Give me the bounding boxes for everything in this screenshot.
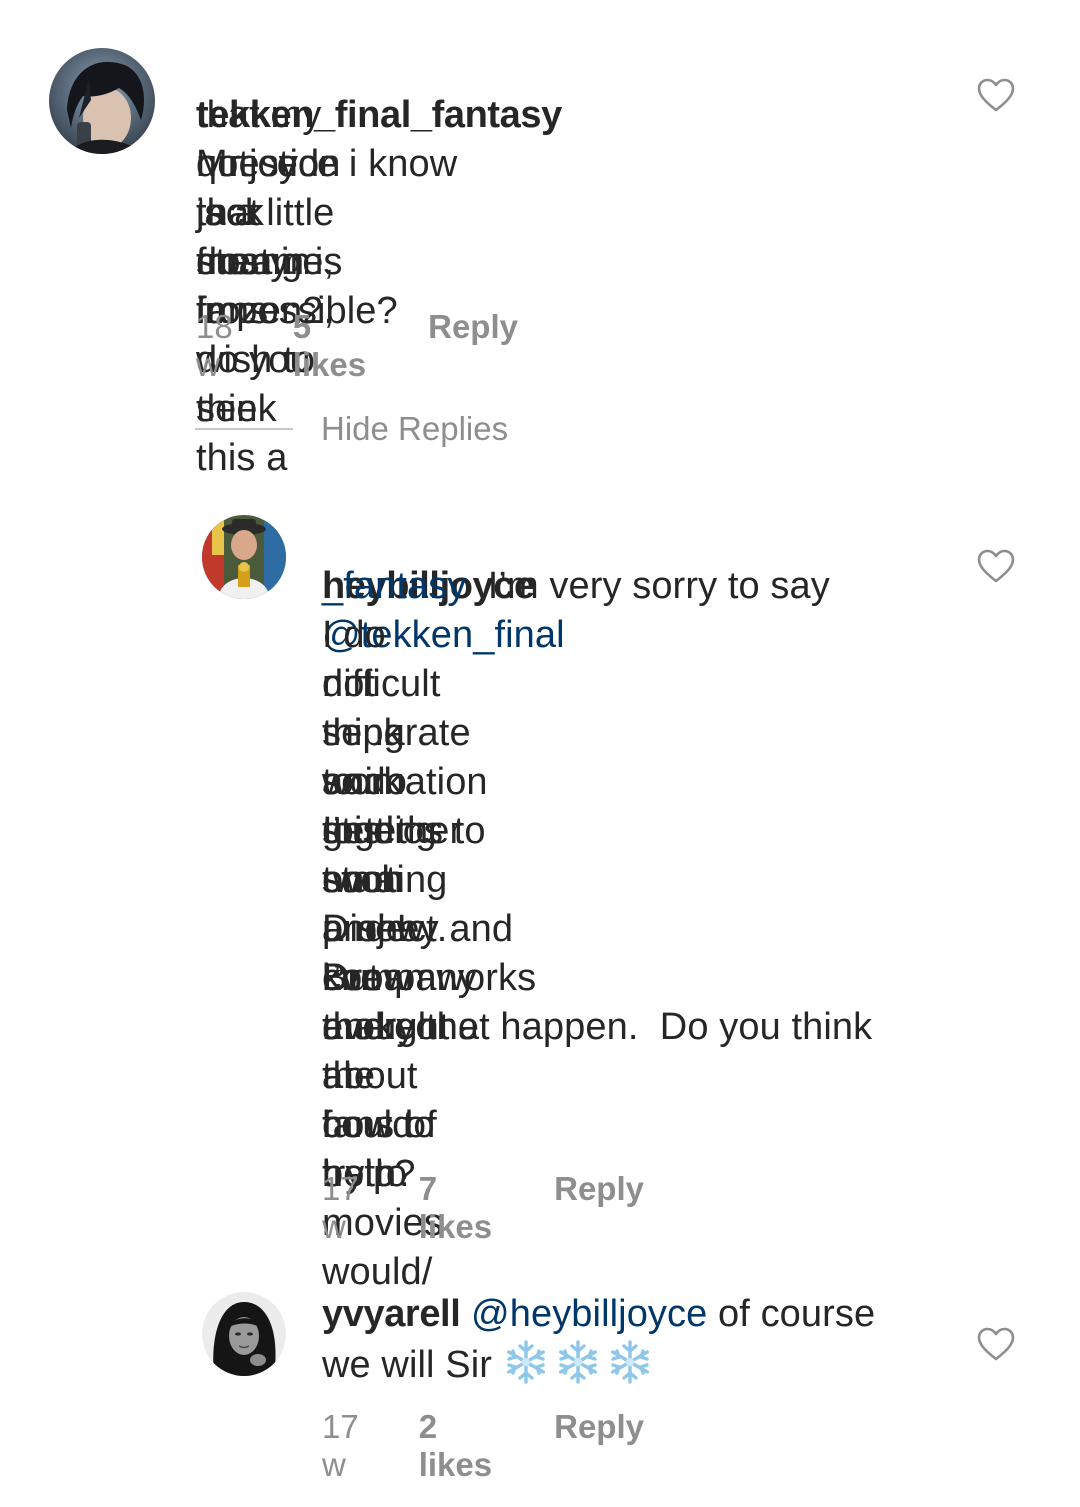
- hide-replies-divider: [195, 428, 293, 430]
- avatar-tekken-final-fantasy[interactable]: [49, 48, 155, 154]
- avatar-heybilljoyce[interactable]: [202, 515, 286, 599]
- reply-line-11: make that happen. Do you think: [322, 1006, 873, 1048]
- dark-haired-character-avatar-icon: [49, 48, 155, 154]
- reply-line-2: we will Sir: [322, 1339, 659, 1390]
- reply-likes[interactable]: 7 likes: [419, 1170, 492, 1246]
- comment-meta: 18 w 5 likes Reply: [196, 308, 518, 384]
- snowflake-icon: [610, 1340, 649, 1384]
- reply-text-start: I’m very sorry to say: [466, 565, 830, 607]
- reply-meta: 17 w 2 likes Reply: [322, 1408, 644, 1484]
- hide-replies-toggle[interactable]: Hide Replies: [195, 410, 508, 448]
- heart-icon[interactable]: [977, 549, 1015, 583]
- woman-portrait-avatar-icon: [202, 1292, 286, 1376]
- reply-text-start: of course: [707, 1293, 876, 1335]
- reply-button[interactable]: Reply: [428, 308, 518, 346]
- reply-mention[interactable]: @heybilljoyce: [471, 1293, 707, 1335]
- reply-text-line-2: we will Sir: [322, 1344, 493, 1386]
- reply-button[interactable]: Reply: [554, 1170, 644, 1208]
- heart-icon[interactable]: [977, 78, 1015, 112]
- reply-time: 17 w: [322, 1170, 359, 1245]
- reply-username[interactable]: yvyarell: [322, 1293, 461, 1335]
- comment-time: 18 w: [196, 308, 233, 383]
- reply-body: yvyarell @heybilljoyce of course: [322, 1290, 962, 1339]
- snowflake-emoji-group: [503, 1340, 659, 1386]
- man-with-hat-avatar-icon: [202, 515, 286, 599]
- reply-button[interactable]: Reply: [554, 1408, 644, 1446]
- reply-likes[interactable]: 2 likes: [419, 1408, 492, 1484]
- avatar-yvyarell[interactable]: [202, 1292, 286, 1376]
- reply-meta: 17 w 7 likes Reply: [322, 1170, 644, 1246]
- reply-mention-continued[interactable]: _fantasy: [322, 565, 466, 607]
- reply-line-2: _fantasy I’m very sorry to say: [322, 562, 830, 611]
- heart-icon[interactable]: [977, 1327, 1015, 1361]
- comment-likes[interactable]: 5 likes: [293, 308, 366, 384]
- reply-time: 17 w: [322, 1408, 359, 1483]
- snowflake-icon: [558, 1340, 597, 1384]
- snowflake-icon: [506, 1340, 545, 1384]
- hide-replies-label: Hide Replies: [321, 410, 509, 447]
